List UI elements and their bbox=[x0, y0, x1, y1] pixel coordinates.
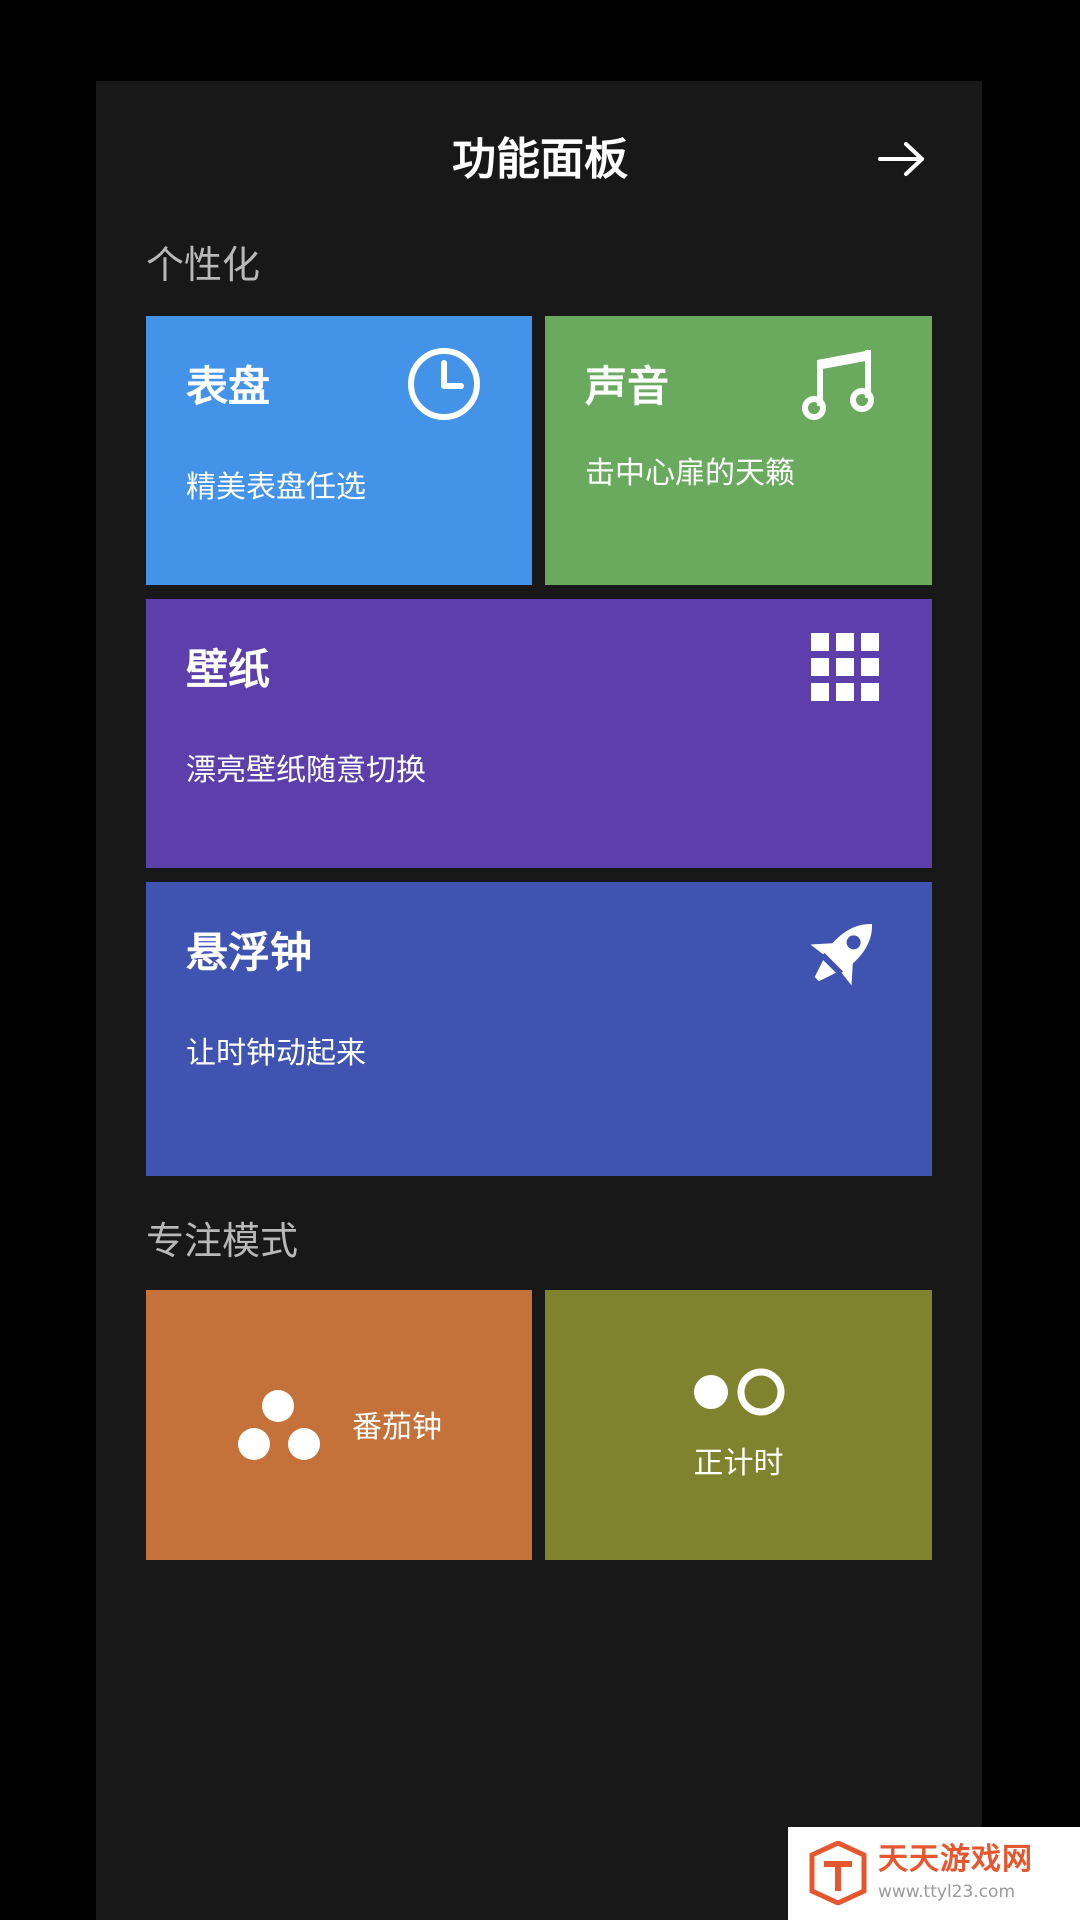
next-button[interactable] bbox=[876, 136, 928, 182]
sound-tile-subtitle: 击中心扉的天籁 bbox=[585, 456, 795, 491]
pomodoro-label: 番茄钟 bbox=[352, 1410, 442, 1445]
dial-tile-title: 表盘 bbox=[186, 362, 271, 411]
section-personalize-label: 个性化 bbox=[146, 243, 261, 287]
three-dots-icon bbox=[238, 1390, 320, 1460]
wallpaper-tile-subtitle: 漂亮壁纸随意切换 bbox=[186, 753, 426, 788]
watermark-url: www.ttyl23.com bbox=[878, 1882, 1016, 1902]
stopwatch-label: 正计时 bbox=[693, 1446, 784, 1481]
floating-clock-tile-subtitle: 让时钟动起来 bbox=[186, 1036, 366, 1071]
dot-ring-icon bbox=[694, 1368, 785, 1416]
wallpaper-tile-title: 壁纸 bbox=[186, 645, 271, 694]
music-note-icon bbox=[802, 350, 874, 420]
arrow-right-icon bbox=[878, 142, 924, 176]
sound-tile[interactable]: 声音 击中心扉的天籁 bbox=[545, 316, 932, 585]
dial-tile-subtitle: 精美表盘任选 bbox=[186, 470, 366, 505]
dial-tile[interactable]: 表盘 精美表盘任选 bbox=[146, 316, 532, 585]
watermark-name: 天天游戏网 bbox=[878, 1842, 1033, 1877]
pomodoro-tile[interactable]: 番茄钟 bbox=[146, 1290, 532, 1560]
floating-clock-tile[interactable]: 悬浮钟 让时钟动起来 bbox=[146, 882, 932, 1176]
floating-clock-tile-title: 悬浮钟 bbox=[186, 928, 313, 977]
section-focus-label: 专注模式 bbox=[146, 1219, 299, 1263]
wallpaper-tile[interactable]: 壁纸 漂亮壁纸随意切换 bbox=[146, 599, 932, 868]
clock-icon bbox=[408, 348, 480, 420]
stopwatch-tile[interactable]: 正计时 bbox=[545, 1290, 932, 1560]
sound-tile-title: 声音 bbox=[585, 362, 670, 411]
grid-icon bbox=[811, 633, 879, 701]
site-logo-icon bbox=[809, 1841, 867, 1905]
watermark: 天天游戏网 www.ttyl23.com bbox=[788, 1827, 1080, 1920]
rocket-icon bbox=[810, 924, 872, 986]
